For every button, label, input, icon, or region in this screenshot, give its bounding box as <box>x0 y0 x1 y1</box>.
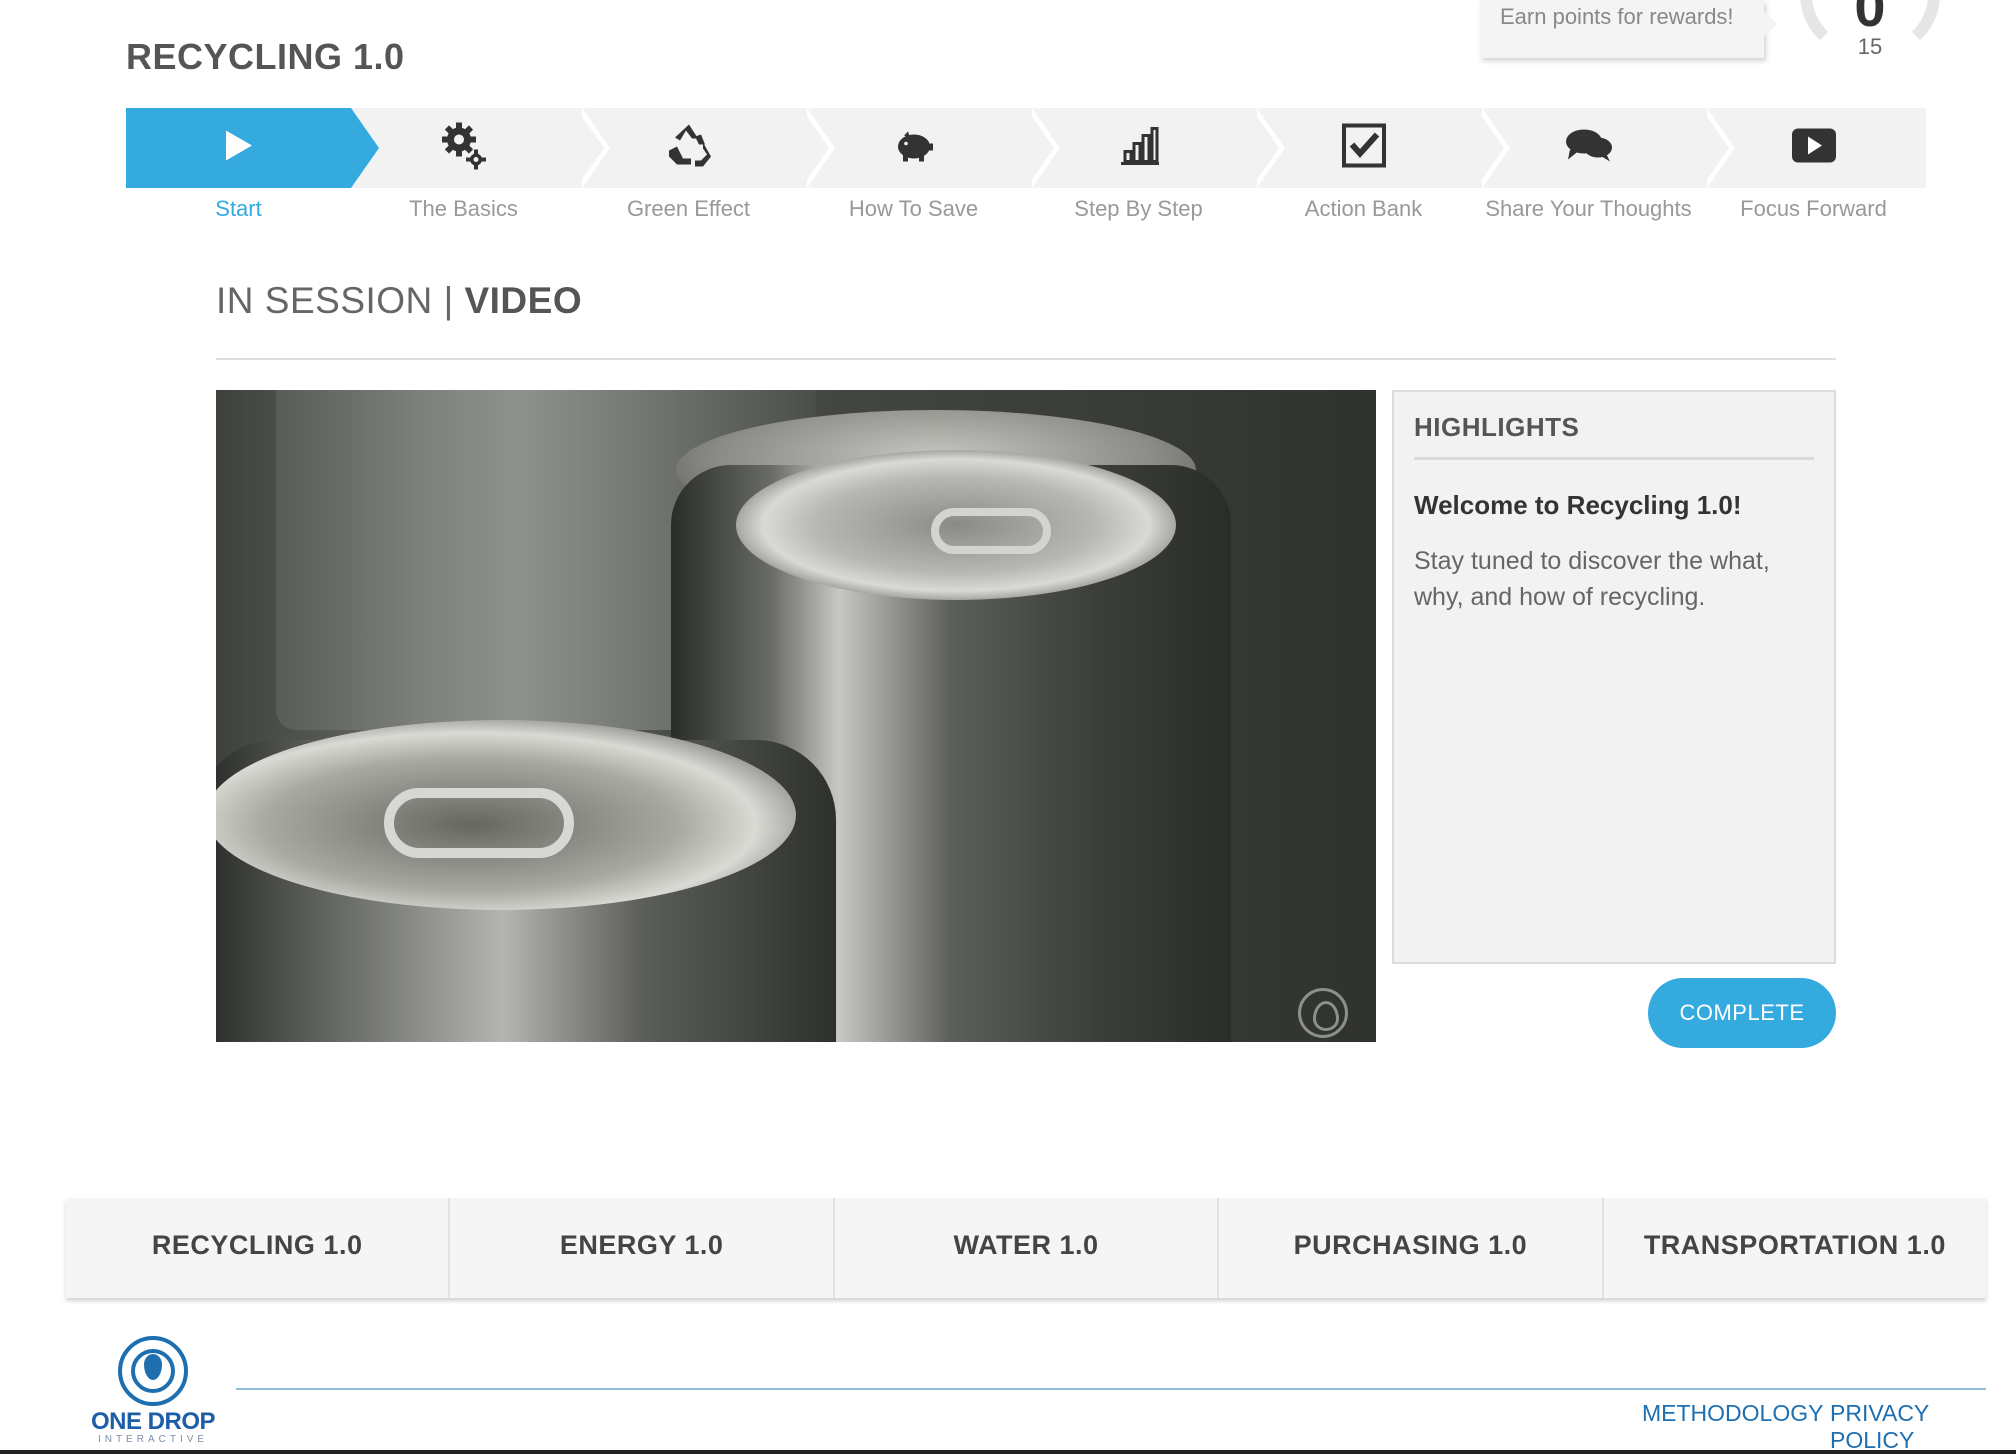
step-label-how-to-save[interactable]: How To Save <box>801 196 1026 222</box>
points-tooltip: Earn points for rewards! <box>1480 0 1778 58</box>
one-drop-logo-icon[interactable] <box>118 1336 188 1406</box>
privacy-policy-link[interactable]: PRIVACY POLICY <box>1830 1400 2016 1454</box>
complete-button[interactable]: COMPLETE <box>1648 978 1836 1048</box>
video-watermark-icon <box>1298 988 1348 1038</box>
step-label-focus-forward[interactable]: Focus Forward <box>1701 196 1926 222</box>
video-player[interactable] <box>216 390 1376 1042</box>
gears-icon <box>441 120 487 177</box>
module-tab-energy[interactable]: ENERGY 1.0 <box>450 1198 835 1298</box>
module-tabs: RECYCLING 1.0 ENERGY 1.0 WATER 1.0 PURCH… <box>66 1198 1986 1298</box>
methodology-link[interactable]: METHODOLOGY <box>1642 1400 1823 1427</box>
module-tab-transportation[interactable]: TRANSPORTATION 1.0 <box>1604 1198 1986 1298</box>
highlights-heading: Welcome to Recycling 1.0! <box>1414 490 1742 520</box>
step-the-basics[interactable] <box>351 108 610 188</box>
logo-subtitle: INTERACTIVE <box>97 1434 209 1445</box>
module-tab-water[interactable]: WATER 1.0 <box>835 1198 1220 1298</box>
step-label-green-effect[interactable]: Green Effect <box>576 196 801 222</box>
session-prefix: IN SESSION <box>216 280 433 321</box>
session-type: VIDEO <box>464 280 583 321</box>
recycle-icon <box>665 123 713 174</box>
step-label-step-by-step[interactable]: Step By Step <box>1026 196 1251 222</box>
highlights-title: HIGHLIGHTS <box>1414 412 1814 460</box>
logo-name: ONE DROP <box>90 1408 216 1435</box>
footer-divider <box>236 1388 1986 1390</box>
chat-bubbles-icon <box>1564 128 1614 169</box>
module-tab-purchasing[interactable]: PURCHASING 1.0 <box>1219 1198 1604 1298</box>
bar-chart-icon <box>1119 126 1159 171</box>
session-heading: IN SESSION | VIDEO <box>216 280 582 322</box>
session-divider <box>216 358 1836 360</box>
course-title: RECYCLING 1.0 <box>126 36 405 77</box>
highlights-panel: HIGHLIGHTS Welcome to Recycling 1.0! Sta… <box>1392 390 1836 964</box>
points-total: 15 <box>1857 34 1883 59</box>
play-icon <box>224 129 254 168</box>
bottom-edge <box>0 1450 2016 1454</box>
highlights-body: Stay tuned to discover the what, why, an… <box>1414 547 1770 611</box>
step-start[interactable] <box>126 108 379 188</box>
step-label-share-your-thoughts[interactable]: Share Your Thoughts <box>1476 196 1701 222</box>
step-progress-bar <box>126 108 1926 188</box>
step-label-the-basics[interactable]: The Basics <box>351 196 576 222</box>
checkbox-icon <box>1341 123 1387 174</box>
module-tab-recycling[interactable]: RECYCLING 1.0 <box>66 1198 451 1298</box>
step-label-start[interactable]: Start <box>126 196 351 222</box>
session-separator: | <box>443 280 454 321</box>
piggy-bank-icon <box>894 130 934 167</box>
step-label-action-bank[interactable]: Action Bank <box>1251 196 1476 222</box>
video-play-icon <box>1791 128 1837 169</box>
